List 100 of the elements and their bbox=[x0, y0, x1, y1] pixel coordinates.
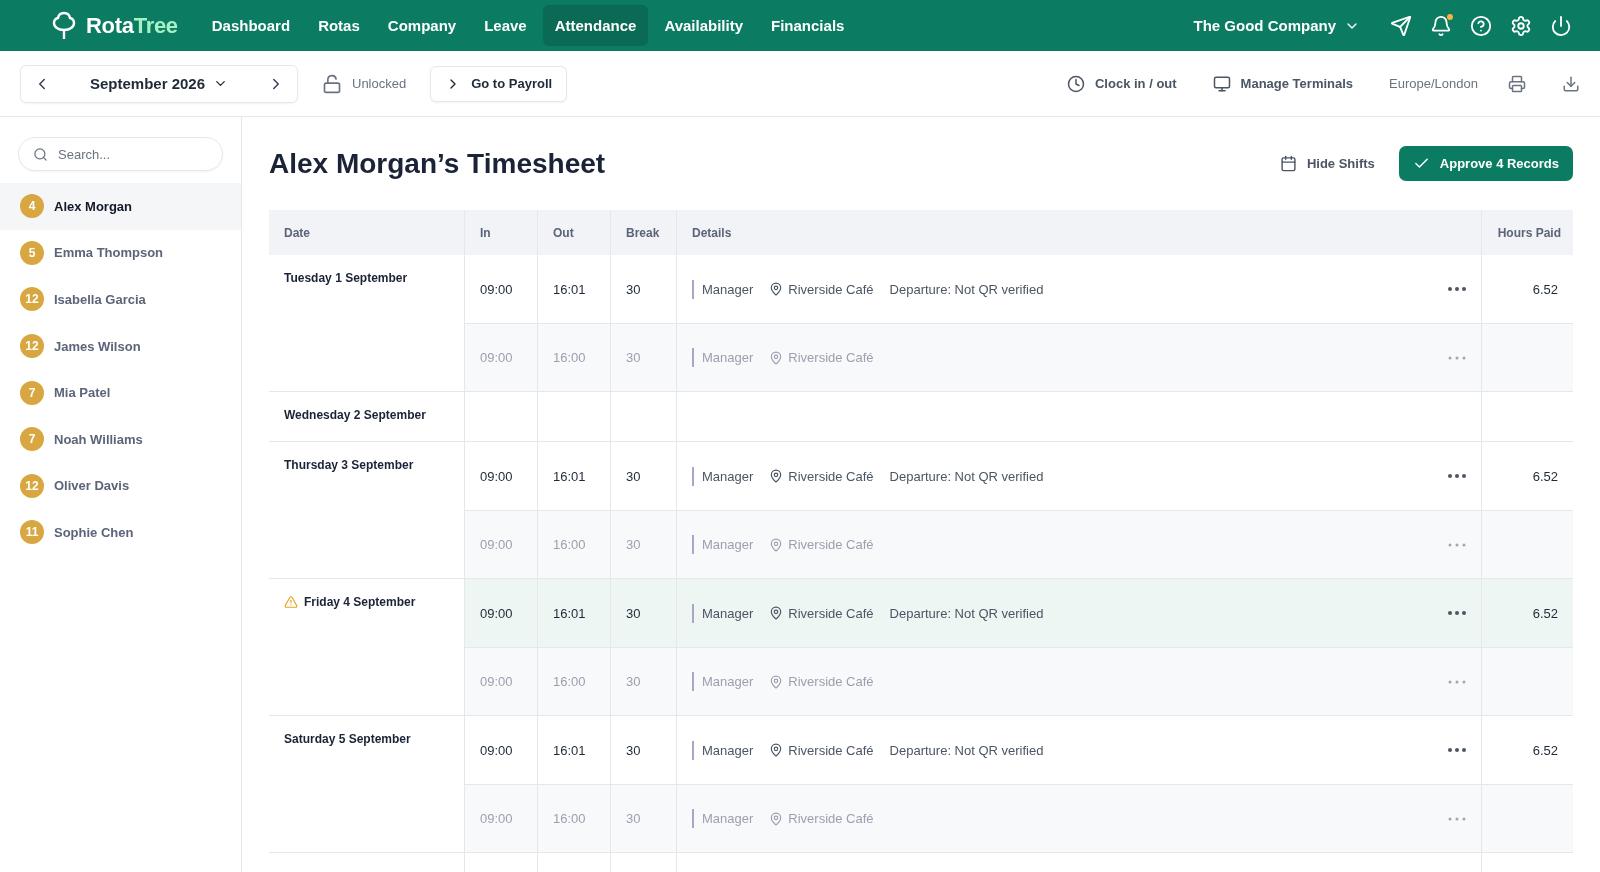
calendar-icon bbox=[1279, 155, 1297, 172]
time-in: 09:00 bbox=[480, 674, 513, 689]
role-label: Manager bbox=[702, 350, 754, 365]
break-minutes: 30 bbox=[626, 468, 641, 484]
column-header: Out bbox=[553, 225, 574, 240]
employee-item[interactable]: 12 Oliver Davis bbox=[0, 462, 241, 510]
clock-button[interactable]: Clock in / out bbox=[1067, 74, 1177, 93]
location-label: Riverside Café bbox=[788, 605, 874, 621]
count-badge: 12 bbox=[20, 473, 44, 498]
timezone-label: Europe/London bbox=[1389, 76, 1478, 91]
date-label: Tuesday 1 September bbox=[284, 271, 408, 285]
more-icon bbox=[1448, 611, 1466, 615]
location-label: Riverside Café bbox=[788, 350, 874, 365]
lock-status: Unlocked bbox=[352, 76, 407, 91]
employee-item[interactable]: 11 Sophie Chen bbox=[0, 509, 241, 556]
page-title: Alex Morgan’s Timesheet bbox=[269, 147, 606, 180]
more-button[interactable] bbox=[1448, 287, 1466, 291]
employee-item[interactable]: 5 Emma Thompson bbox=[0, 229, 241, 277]
approve-button[interactable]: Approve 4 Records bbox=[1398, 146, 1573, 181]
role-label: Manager bbox=[702, 811, 754, 826]
search-input[interactable]: Search... bbox=[56, 145, 208, 163]
role-label: Manager bbox=[702, 281, 754, 297]
time-in: 09:00 bbox=[480, 742, 513, 758]
print-icon[interactable] bbox=[1508, 74, 1526, 93]
brand-logo-text: RotaTree bbox=[86, 12, 178, 39]
payroll-button[interactable]: Go to Payroll bbox=[430, 65, 568, 102]
break-minutes: 30 bbox=[626, 674, 641, 689]
location-pin-icon bbox=[769, 469, 784, 483]
time-in: 09:00 bbox=[480, 350, 513, 365]
more-button[interactable] bbox=[1448, 748, 1466, 752]
date-label: Wednesday 2 September bbox=[284, 408, 426, 422]
month-dropdown[interactable]: September 2026 bbox=[89, 75, 229, 92]
time-in: 09:00 bbox=[480, 605, 513, 621]
more-button[interactable] bbox=[1448, 474, 1466, 478]
location-pin-icon bbox=[769, 674, 784, 689]
hide-shifts-button[interactable]: Hide Shifts bbox=[1279, 155, 1375, 172]
location-label: Riverside Café bbox=[788, 674, 874, 689]
nav-tab[interactable]: Rotas bbox=[306, 5, 372, 46]
role-label: Manager bbox=[702, 674, 754, 689]
more-button[interactable] bbox=[1448, 611, 1466, 615]
nav-tab[interactable]: Attendance bbox=[542, 5, 649, 46]
column-header: Details bbox=[692, 225, 732, 240]
date-label: Thursday 3 September bbox=[284, 458, 414, 472]
nav-tab[interactable]: Financials bbox=[759, 5, 857, 46]
settings-icon[interactable] bbox=[1510, 14, 1532, 37]
hours-paid: 6.52 bbox=[1532, 281, 1558, 297]
location-pin-icon bbox=[769, 350, 784, 365]
role-label: Manager bbox=[702, 742, 754, 758]
tree-logo-icon bbox=[50, 10, 78, 41]
role-label: Manager bbox=[702, 468, 754, 484]
time-out: 16:01 bbox=[553, 742, 586, 758]
nav-tab[interactable]: Leave bbox=[472, 5, 539, 46]
time-out: 16:00 bbox=[553, 811, 586, 826]
break-minutes: 30 bbox=[626, 537, 641, 552]
note-text: Departure: Not QR verified bbox=[889, 281, 1044, 297]
terminals-button[interactable]: Manage Terminals bbox=[1212, 74, 1354, 93]
note-text: Departure: Not QR verified bbox=[889, 468, 1044, 484]
count-badge: 11 bbox=[20, 520, 44, 545]
location-label: Riverside Café bbox=[788, 281, 874, 297]
help-icon[interactable] bbox=[1470, 14, 1492, 37]
location-pin-icon bbox=[769, 282, 784, 296]
nav-tab[interactable]: Dashboard bbox=[199, 5, 303, 46]
nav-tab[interactable]: Availability bbox=[652, 5, 756, 46]
more-icon bbox=[1448, 355, 1466, 360]
location-pin-icon bbox=[769, 606, 784, 620]
power-icon[interactable] bbox=[1550, 14, 1572, 37]
break-minutes: 30 bbox=[626, 350, 641, 365]
note-text: Departure: Not QR verified bbox=[889, 605, 1044, 621]
column-header: Hours Paid bbox=[1497, 225, 1561, 240]
count-badge: 7 bbox=[20, 380, 44, 405]
location-label: Riverside Café bbox=[788, 742, 874, 758]
count-badge: 5 bbox=[20, 240, 44, 265]
employee-item[interactable]: 7 Mia Patel bbox=[0, 369, 241, 416]
hours-paid: 6.52 bbox=[1532, 742, 1558, 758]
location-label: Riverside Café bbox=[788, 537, 874, 552]
employee-item[interactable]: 4 Alex Morgan bbox=[0, 183, 241, 230]
padlock-icon bbox=[322, 73, 342, 94]
date-label: Friday 4 September bbox=[304, 595, 416, 609]
location-pin-icon bbox=[769, 743, 784, 757]
break-minutes: 30 bbox=[626, 742, 641, 758]
employee-item[interactable]: 12 James Wilson bbox=[0, 322, 241, 370]
more-icon bbox=[1448, 816, 1466, 821]
time-out: 16:00 bbox=[553, 350, 586, 365]
role-label: Manager bbox=[702, 537, 754, 552]
count-badge: 7 bbox=[20, 427, 44, 452]
note-text: Departure: Not QR verified bbox=[889, 742, 1044, 758]
time-in: 09:00 bbox=[480, 468, 513, 484]
employee-item[interactable]: 12 Isabella Garcia bbox=[0, 276, 241, 323]
more-icon bbox=[1448, 542, 1466, 547]
bell-icon[interactable] bbox=[1430, 14, 1452, 37]
send-icon[interactable] bbox=[1390, 14, 1412, 37]
role-label: Manager bbox=[702, 605, 754, 621]
nav-tab[interactable]: Company bbox=[375, 5, 469, 46]
break-minutes: 30 bbox=[626, 811, 641, 826]
employee-item[interactable]: 7 Noah Williams bbox=[0, 415, 241, 463]
download-icon[interactable] bbox=[1562, 74, 1580, 93]
location-label: Riverside Café bbox=[788, 811, 874, 826]
time-out: 16:00 bbox=[553, 674, 586, 689]
time-out: 16:01 bbox=[553, 281, 586, 297]
company-switcher[interactable]: The Good Company bbox=[1193, 17, 1360, 34]
